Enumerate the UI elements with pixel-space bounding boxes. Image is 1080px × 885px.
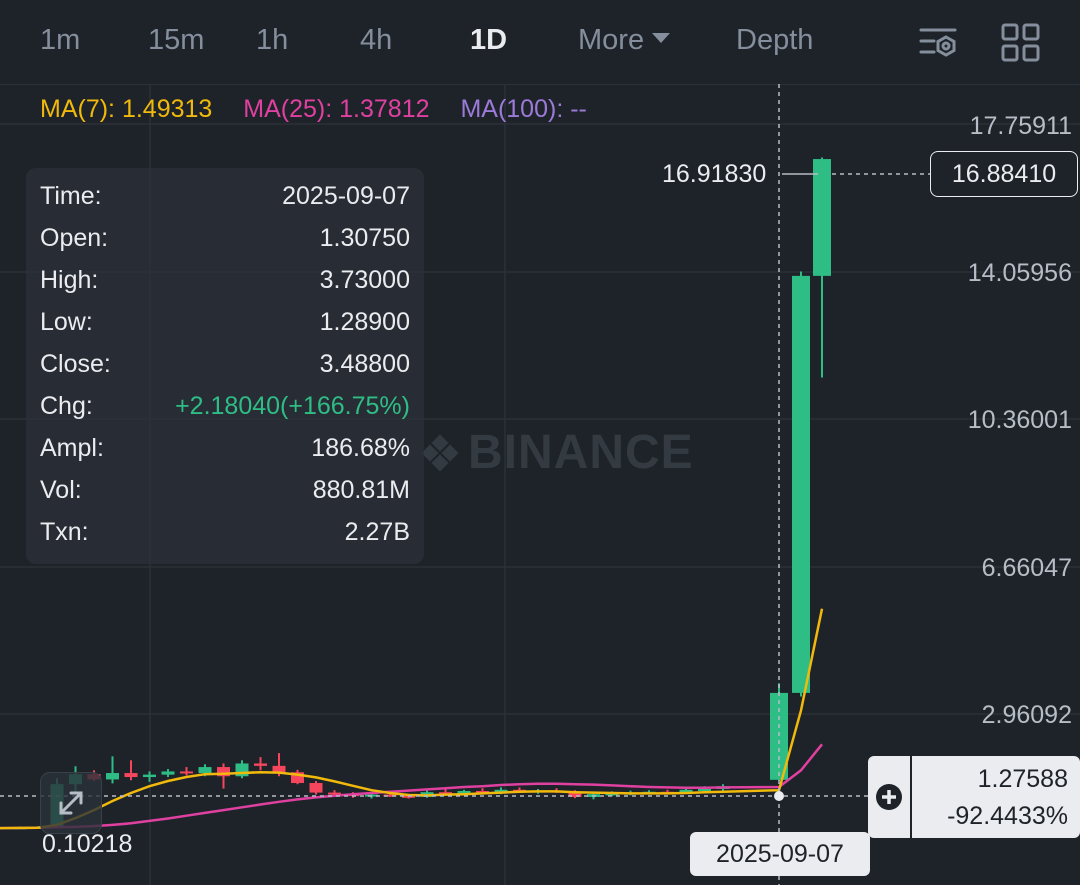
candle-body [161, 771, 175, 775]
crosshair-dot [774, 791, 784, 801]
candle-body [254, 763, 267, 766]
crosshair-percent: -92.4433% [947, 802, 1068, 830]
high-price-marker: 16.91830 [662, 160, 767, 188]
expand-arrows-icon [59, 791, 83, 815]
last-price-tag[interactable]: 16.88410 [930, 151, 1078, 197]
plus-circle-icon [876, 784, 902, 810]
candle-body [309, 783, 323, 793]
low-price-marker: 0.10218 [42, 830, 133, 858]
binance-watermark: BINANCE [420, 425, 694, 480]
candle-body [106, 773, 119, 780]
crosshair-price-box: 1.27588 -92.4433% [868, 756, 1080, 838]
info-row-close: Close: 3.48800 [40, 350, 410, 378]
price-axis-label: 14.05956 [967, 259, 1072, 287]
info-row-volume: Vol: 880.81M [40, 476, 410, 504]
ma7-line [0, 608, 824, 830]
price-axis-label: 6.66047 [981, 554, 1072, 582]
info-row-amplitude: Ampl: 186.68% [40, 434, 410, 462]
candle-body [813, 159, 831, 276]
info-row-low: Low: 1.28900 [40, 308, 410, 336]
crosshair-price: 1.27588 [977, 765, 1068, 793]
info-row-time: Time: 2025-09-07 [40, 182, 410, 210]
info-row-open: Open: 1.30750 [40, 224, 410, 252]
price-axis-label: 17.75911 [969, 112, 1072, 140]
candle-body [124, 773, 138, 778]
price-axis-label: 2.96092 [981, 701, 1072, 729]
crosshair-date: 2025-09-07 [690, 832, 870, 876]
ma25-line [0, 743, 823, 830]
binance-logo-icon [421, 434, 459, 471]
ma-indicator-row[interactable]: MA(7): 1.49313 MA(25): 1.37812 MA(100): … [40, 95, 611, 124]
candle-body [792, 275, 810, 693]
fullscreen-button[interactable] [40, 772, 102, 834]
candle-body [698, 788, 711, 791]
ma25-value: MA(25): 1.37812 [243, 95, 430, 123]
ma7-value: MA(7): 1.49313 [40, 95, 213, 123]
ma100-value: MA(100): -- [460, 95, 587, 123]
add-order-button[interactable] [868, 756, 912, 838]
info-row-change: Chg: +2.18040(+166.75%) [40, 392, 410, 420]
candle-body [180, 771, 193, 774]
info-row-txn: Txn: 2.27B [40, 518, 410, 546]
info-row-high: High: 3.73000 [40, 266, 410, 294]
candle-body [198, 767, 212, 774]
price-axis-label: 10.36001 [967, 406, 1072, 434]
candle-info-panel: Time: 2025-09-07 Open: 1.30750 High: 3.7300… [26, 168, 424, 564]
candle-body [143, 774, 156, 778]
